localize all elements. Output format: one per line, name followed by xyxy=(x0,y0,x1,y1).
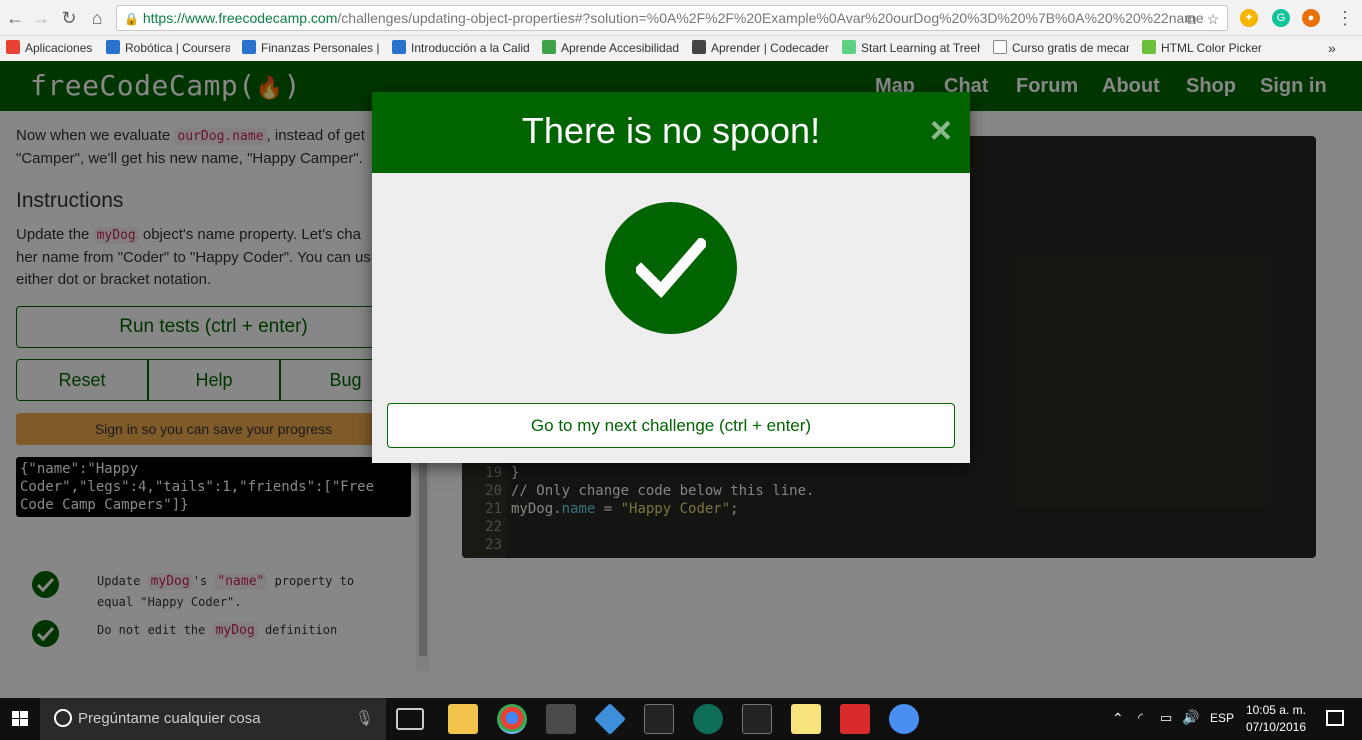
volume-icon[interactable]: 🔊 xyxy=(1182,709,1199,726)
bookmark-item[interactable]: Aprender | Codecader xyxy=(692,39,830,57)
bookmark-item[interactable]: Aprende Accesibilidad xyxy=(542,39,680,57)
chevron-up-icon[interactable]: ⌃ xyxy=(1112,710,1124,727)
bookmark-item[interactable]: Introducción a la Calid xyxy=(392,39,530,57)
coursera-icon xyxy=(242,40,256,54)
next-challenge-button[interactable]: Go to my next challenge (ctrl + enter) xyxy=(387,403,955,448)
battery-icon[interactable]: ▭ xyxy=(1160,710,1172,726)
chromium-icon[interactable] xyxy=(889,704,919,734)
coursera-icon xyxy=(106,40,120,54)
chrome-icon[interactable] xyxy=(497,704,527,734)
bookmark-item[interactable]: Robótica | Coursera xyxy=(106,39,230,57)
extension-badge-icon[interactable]: ● xyxy=(1302,9,1320,27)
bookmark-item[interactable]: Curso gratis de mecan xyxy=(993,39,1129,57)
bookmark-apps[interactable]: Aplicaciones xyxy=(6,39,98,57)
sublime-text-icon[interactable] xyxy=(546,704,576,734)
reload-icon[interactable]: ↻ xyxy=(58,7,80,29)
lock-icon: 🔒 xyxy=(124,12,139,26)
bookmark-item[interactable]: Finanzas Personales | ( xyxy=(242,39,380,57)
grammarly-icon[interactable]: G xyxy=(1272,9,1290,27)
url-scheme: https:// xyxy=(142,10,185,26)
challenge-complete-modal: There is no spoon! × Go to my next chall… xyxy=(372,92,970,463)
wifi-icon[interactable]: ◜ xyxy=(1138,710,1143,726)
windows-taskbar: Pregúntame cualquier cosa 🎙 ⌃ ◜ ▭ 🔊 ESP … xyxy=(0,698,1362,740)
windows-logo-icon xyxy=(12,711,28,726)
bookmark-item[interactable]: HTML Color Picker xyxy=(1142,39,1272,57)
udacity-icon xyxy=(542,40,556,54)
start-button[interactable] xyxy=(0,698,40,740)
bookmarks-more[interactable]: » xyxy=(1328,39,1342,57)
sticky-notes-icon[interactable] xyxy=(791,704,821,734)
forward-icon[interactable]: → xyxy=(30,7,52,29)
cortana-search[interactable]: Pregúntame cualquier cosa 🎙 xyxy=(40,698,386,740)
star-icon[interactable]: ☆ xyxy=(1203,9,1223,29)
file-explorer-icon[interactable] xyxy=(448,704,478,734)
modal-title: There is no spoon! xyxy=(521,110,821,151)
terminal-icon[interactable] xyxy=(742,704,772,734)
input-language[interactable]: ESP xyxy=(1210,711,1234,725)
url-host: www.freecodecamp.com xyxy=(184,10,338,26)
mp3-player-icon[interactable] xyxy=(840,704,870,734)
cortana-icon xyxy=(54,709,72,727)
close-icon[interactable]: × xyxy=(930,112,952,150)
bookmarks-bar: Aplicaciones Robótica | Coursera Finanza… xyxy=(0,36,1362,61)
clock[interactable]: 10:05 a. m. 07/10/2016 xyxy=(1246,702,1306,736)
system-tray: ⌃ ◜ ▭ 🔊 ESP xyxy=(1110,698,1234,740)
modal-header: There is no spoon! × xyxy=(372,92,970,173)
coursera-icon xyxy=(392,40,406,54)
git-icon[interactable] xyxy=(594,703,626,735)
home-icon[interactable]: ⌂ xyxy=(86,7,108,29)
task-view-icon[interactable] xyxy=(396,708,424,730)
microphone-icon[interactable]: 🎙 xyxy=(355,698,374,740)
translate-icon[interactable]: ⧉ xyxy=(1181,9,1201,29)
success-check-icon xyxy=(605,202,737,334)
color-picker-icon xyxy=(1142,40,1156,54)
browser-toolbar: ← → ↻ ⌂ 🔒 https://www.freecodecamp.com/c… xyxy=(0,0,1362,36)
url-path: /challenges/updating-object-properties#?… xyxy=(337,10,1204,26)
terminal-icon[interactable] xyxy=(644,704,674,734)
notifications-icon[interactable] xyxy=(1326,710,1344,726)
extension-icon[interactable]: ✦ xyxy=(1240,9,1258,27)
atom-icon[interactable] xyxy=(693,704,723,734)
codecademy-icon xyxy=(692,40,706,54)
address-bar[interactable]: 🔒 https://www.freecodecamp.com/challenge… xyxy=(116,5,1228,31)
page-icon xyxy=(993,40,1007,54)
bookmark-item[interactable]: Start Learning at Treeh xyxy=(842,39,980,57)
back-icon[interactable]: ← xyxy=(4,7,26,29)
treehouse-icon xyxy=(842,40,856,54)
menu-kebab-icon[interactable]: ⋮ xyxy=(1334,7,1356,29)
apps-grid-icon xyxy=(6,40,20,54)
